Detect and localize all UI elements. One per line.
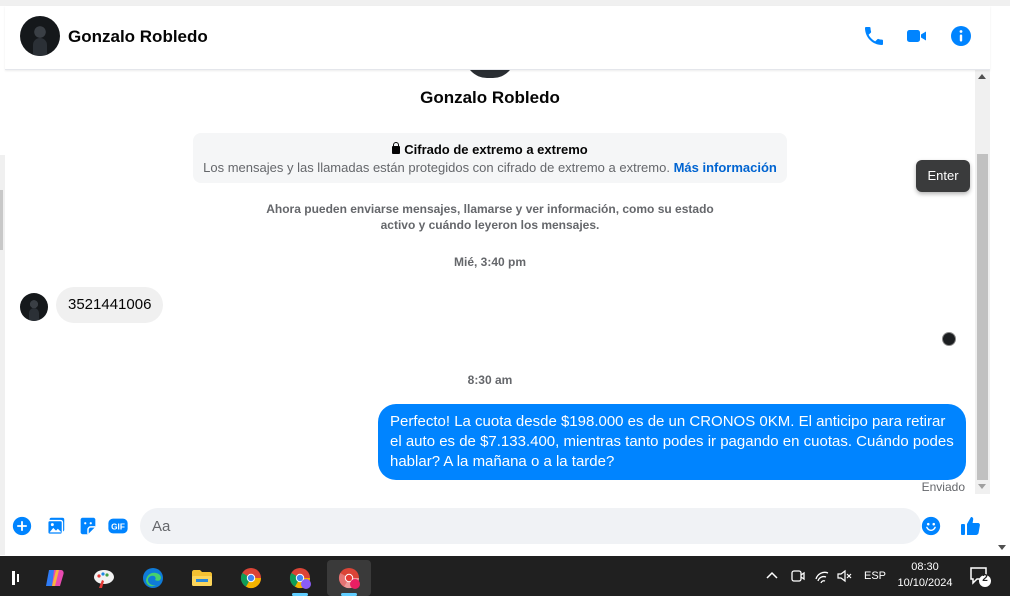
outgoing-message[interactable]: Perfecto! La cuota desde $198.000 es de …: [378, 404, 966, 480]
encryption-notice: Cifrado de extremo a extremo Los mensaje…: [193, 133, 787, 183]
encryption-title: Cifrado de extremo a extremo: [193, 142, 787, 157]
notification-count: 2: [982, 573, 988, 584]
lock-icon: [392, 142, 401, 154]
message-input[interactable]: [140, 508, 921, 544]
message-composer: GIF: [5, 500, 990, 555]
add-circle-icon[interactable]: [11, 515, 33, 537]
chat-header: Gonzalo Robledo: [5, 6, 990, 70]
right-gap: [990, 6, 1010, 556]
message-status: Enviado: [921, 480, 965, 494]
taskbar-clock[interactable]: 08:30 10/10/2024: [886, 559, 964, 591]
paint-icon[interactable]: [82, 560, 126, 596]
scroll-thumb[interactable]: [977, 154, 988, 480]
scroll-down-arrow-icon[interactable]: [978, 484, 986, 489]
sender-avatar[interactable]: [20, 293, 48, 321]
notification-center-icon[interactable]: 2: [968, 564, 992, 588]
file-explorer-icon[interactable]: [180, 560, 224, 596]
info-icon[interactable]: [949, 24, 973, 48]
phone-icon[interactable]: [862, 24, 886, 48]
emoji-icon[interactable]: [920, 515, 942, 537]
message-timestamp: 8:30 am: [467, 373, 513, 387]
clock-date: 10/10/2024: [897, 577, 953, 589]
enter-tooltip: Enter: [916, 160, 970, 192]
sticker-icon[interactable]: [77, 515, 99, 537]
gif-icon[interactable]: GIF: [107, 515, 129, 537]
gif-label: GIF: [111, 523, 125, 532]
video-camera-icon[interactable]: [905, 24, 929, 48]
windows-taskbar: ESP 08:30 10/10/2024 2: [0, 556, 1010, 596]
encryption-description-text: Los mensajes y las llamadas están proteg…: [203, 160, 670, 175]
task-view-icon[interactable]: [0, 560, 32, 596]
info-notice: Ahora pueden enviarse mensajes, llamarse…: [266, 202, 714, 232]
edge-icon[interactable]: [131, 560, 175, 596]
clock-time: 08:30: [911, 561, 939, 573]
incoming-message[interactable]: 3521441006: [56, 287, 164, 323]
volume-muted-icon[interactable]: [836, 556, 852, 596]
language-indicator[interactable]: ESP: [864, 556, 886, 596]
chrome-profile-icon[interactable]: [278, 560, 322, 596]
contact-avatar[interactable]: [20, 16, 60, 56]
left-edge-mark: [0, 190, 3, 250]
message-timestamp: Mié, 3:40 pm: [453, 255, 527, 269]
profile-photo: [465, 70, 515, 78]
copilot-icon[interactable]: [33, 560, 77, 596]
wifi-icon[interactable]: [814, 556, 830, 596]
photo-icon[interactable]: [45, 515, 67, 537]
encryption-title-text: Cifrado de extremo a extremo: [404, 142, 588, 157]
contact-name[interactable]: Gonzalo Robledo: [68, 27, 208, 47]
like-thumb-icon[interactable]: [959, 514, 983, 538]
meet-now-icon[interactable]: [789, 556, 805, 596]
seen-avatar-indicator: [942, 332, 956, 346]
chrome-icon[interactable]: [229, 560, 273, 596]
message-thread[interactable]: Gonzalo Robledo Cifrado de extremo a ext…: [5, 70, 975, 500]
page-scroll-down-arrow-icon[interactable]: [998, 545, 1006, 550]
encryption-description: Los mensajes y las llamadas están proteg…: [193, 160, 787, 175]
profile-name: Gonzalo Robledo: [420, 88, 560, 107]
chat-scrollbar[interactable]: [975, 70, 990, 494]
language-label: ESP: [864, 570, 887, 582]
more-info-link[interactable]: Más información: [674, 160, 777, 175]
chrome-profile-active-icon[interactable]: [327, 560, 371, 596]
scroll-up-arrow-icon[interactable]: [978, 74, 986, 79]
tray-overflow-chevron-icon[interactable]: [764, 556, 780, 596]
